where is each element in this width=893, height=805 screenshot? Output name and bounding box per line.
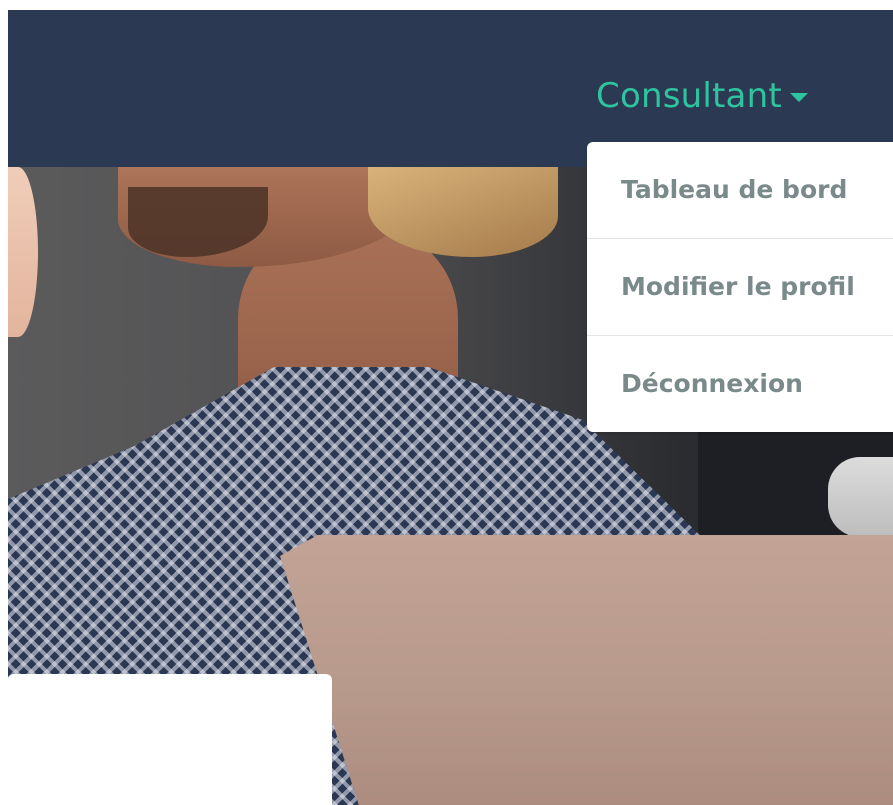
menu-item-edit-profile[interactable]: Modifier le profil: [587, 238, 893, 335]
top-margin: [0, 0, 893, 10]
content-card: [8, 674, 332, 805]
consultant-dropdown-label: Consultant: [596, 76, 782, 116]
user-dropdown-menu: Tableau de bord Modifier le profil Décon…: [587, 142, 893, 432]
hero-laptop: [280, 535, 893, 805]
page: Consultant Tableau de bord Modifier le p…: [0, 0, 893, 805]
hero-second-person: [828, 457, 893, 537]
consultant-dropdown-toggle[interactable]: Consultant: [596, 74, 808, 118]
menu-item-logout[interactable]: Déconnexion: [587, 335, 893, 432]
caret-down-icon: [789, 92, 808, 102]
menu-item-dashboard[interactable]: Tableau de bord: [587, 142, 893, 238]
left-margin: [0, 0, 8, 805]
